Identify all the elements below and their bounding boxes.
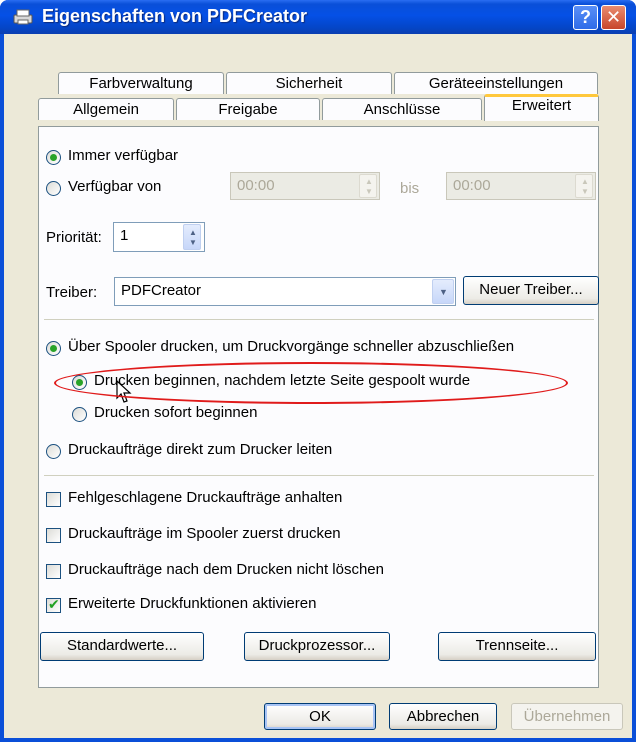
tab-label: Sicherheit bbox=[275, 75, 343, 92]
until-time-spinner[interactable]: ▲ ▼ bbox=[575, 174, 593, 198]
tab-geraeteeinstellungen[interactable]: Geräteeinstellungen bbox=[394, 72, 598, 94]
until-time-value: 00:00 bbox=[453, 177, 491, 194]
close-icon: ✕ bbox=[605, 7, 622, 27]
new-driver-button[interactable]: Neuer Treiber... bbox=[463, 276, 599, 305]
print-spooled-first-label: Druckaufträge im Spooler zuerst drucken bbox=[68, 525, 341, 542]
tab-anschluesse[interactable]: Anschlüsse bbox=[322, 98, 482, 120]
available-from-radio[interactable] bbox=[46, 181, 61, 196]
start-immediately-label: Drucken sofort beginnen bbox=[94, 404, 258, 421]
radio-selected-dot bbox=[50, 345, 57, 352]
from-time-value: 00:00 bbox=[237, 177, 275, 194]
apply-button[interactable]: Übernehmen bbox=[511, 703, 623, 730]
until-time-field[interactable]: 00:00 bbox=[446, 172, 596, 200]
print-spooled-first-checkbox[interactable] bbox=[46, 528, 61, 543]
from-time-spinner[interactable]: ▲ ▼ bbox=[359, 174, 377, 198]
divider bbox=[44, 475, 594, 476]
spin-down-icon: ▼ bbox=[189, 238, 197, 247]
spin-up-icon: ▲ bbox=[189, 228, 197, 237]
printer-icon bbox=[13, 9, 33, 25]
tab-label: Geräteeinstellungen bbox=[428, 75, 564, 92]
spin-down-icon: ▼ bbox=[365, 187, 373, 196]
cancel-button[interactable]: Abbrechen bbox=[389, 703, 497, 730]
driver-label: Treiber: bbox=[46, 284, 98, 301]
spin-down-icon: ▼ bbox=[581, 187, 589, 196]
print-direct-label: Druckaufträge direkt zum Drucker leiten bbox=[68, 441, 333, 458]
from-time-field[interactable]: 00:00 bbox=[230, 172, 380, 200]
start-after-last-page-label: Drucken beginnen, nachdem letzte Seite g… bbox=[94, 372, 471, 389]
help-button[interactable]: ? bbox=[573, 5, 598, 30]
keep-printed-jobs-checkbox[interactable] bbox=[46, 564, 61, 579]
start-immediately-radio[interactable] bbox=[72, 407, 87, 422]
spin-up-icon: ▲ bbox=[365, 177, 373, 186]
driver-select[interactable]: PDFCreator bbox=[114, 277, 456, 306]
tab-label: Farbverwaltung bbox=[89, 75, 193, 92]
tab-label: Anschlüsse bbox=[363, 101, 441, 118]
advanced-features-label: Erweiterte Druckfunktionen aktivieren bbox=[68, 595, 317, 612]
title-bar[interactable]: Eigenschaften von PDFCreator ? ✕ bbox=[0, 0, 636, 34]
driver-value: PDFCreator bbox=[121, 282, 202, 299]
chevron-down-icon: ▼ bbox=[439, 287, 448, 297]
until-label: bis bbox=[400, 180, 420, 197]
separator-page-button[interactable]: Trennseite... bbox=[438, 632, 596, 661]
advanced-features-checkbox[interactable]: ✔ bbox=[46, 596, 61, 613]
tab-sicherheit[interactable]: Sicherheit bbox=[226, 72, 392, 94]
tab-farbverwaltung[interactable]: Farbverwaltung bbox=[58, 72, 224, 94]
print-direct-radio[interactable] bbox=[46, 444, 61, 459]
spin-up-icon: ▲ bbox=[581, 177, 589, 186]
hold-failed-jobs-checkbox[interactable] bbox=[46, 492, 61, 507]
spool-label: Über Spooler drucken, um Druckvorgänge s… bbox=[68, 338, 515, 355]
mouse-cursor-icon bbox=[116, 380, 132, 403]
always-available-label: Immer verfügbar bbox=[68, 147, 179, 164]
tab-label: Allgemein bbox=[73, 101, 139, 118]
priority-label: Priorität: bbox=[46, 229, 102, 246]
tab-freigabe[interactable]: Freigabe bbox=[176, 98, 320, 120]
radio-selected-dot bbox=[50, 154, 57, 161]
defaults-button[interactable]: Standardwerte... bbox=[40, 632, 204, 661]
window-title: Eigenschaften von PDFCreator bbox=[42, 6, 308, 26]
driver-dropdown-button[interactable]: ▼ bbox=[432, 279, 454, 304]
checkmark-icon: ✔ bbox=[48, 596, 60, 612]
tab-allgemein[interactable]: Allgemein bbox=[38, 98, 174, 120]
priority-value: 1 bbox=[120, 227, 129, 244]
close-button[interactable]: ✕ bbox=[601, 5, 626, 30]
tab-label: Freigabe bbox=[218, 101, 278, 118]
tab-erweitert[interactable]: Erweitert bbox=[484, 94, 599, 121]
spool-radio[interactable] bbox=[46, 341, 61, 356]
keep-printed-jobs-label: Druckaufträge nach dem Drucken nicht lös… bbox=[68, 561, 384, 578]
tab-label: Erweitert bbox=[511, 97, 572, 114]
always-available-radio[interactable] bbox=[46, 150, 61, 165]
divider bbox=[44, 319, 594, 320]
ok-button[interactable]: OK bbox=[264, 703, 376, 730]
available-from-label: Verfügbar von bbox=[68, 178, 162, 195]
hold-failed-jobs-label: Fehlgeschlagene Druckaufträge anhalten bbox=[68, 489, 343, 506]
radio-selected-dot bbox=[76, 379, 83, 386]
print-processor-button[interactable]: Druckprozessor... bbox=[244, 632, 390, 661]
start-after-last-page-radio[interactable] bbox=[72, 375, 87, 390]
priority-spinner[interactable]: ▲ ▼ bbox=[183, 224, 201, 250]
